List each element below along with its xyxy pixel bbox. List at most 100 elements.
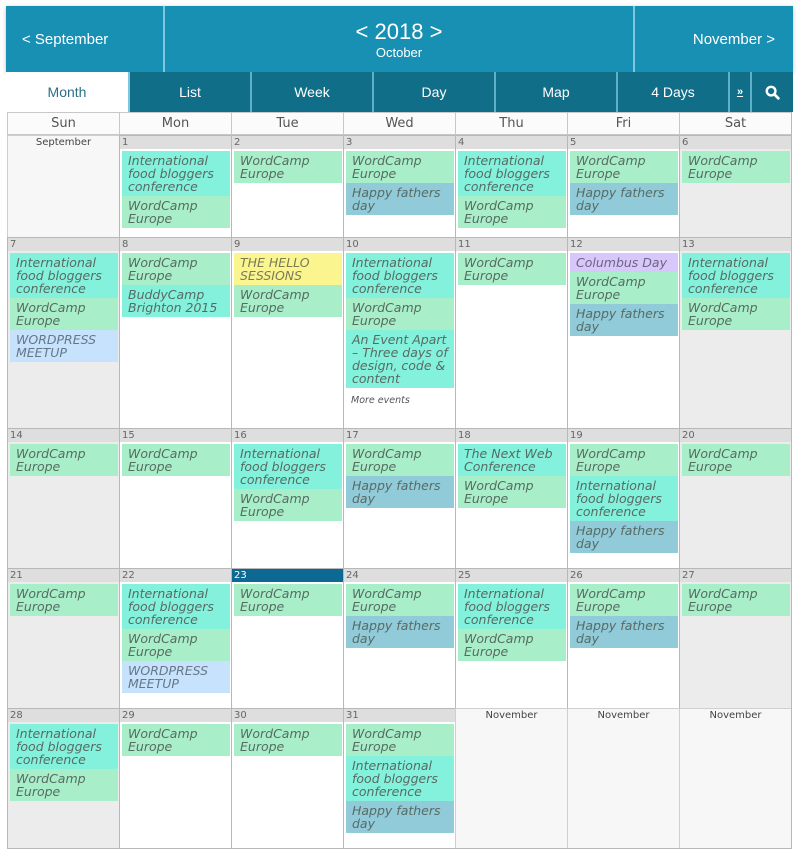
- day-cell[interactable]: 31 WordCamp Europe International food blog…: [343, 708, 455, 848]
- tab-day[interactable]: Day: [374, 72, 496, 112]
- day-cell[interactable]: 14 WordCamp Europe: [7, 428, 119, 568]
- event-food[interactable]: International food bloggers conference: [10, 724, 118, 769]
- event-fathers[interactable]: Happy fathers day: [570, 183, 678, 215]
- day-number[interactable]: 7: [8, 238, 119, 251]
- day-cell[interactable]: 27 WordCamp Europe: [679, 568, 791, 708]
- event-wordcamp[interactable]: WordCamp Europe: [122, 629, 230, 661]
- day-number[interactable]: 30: [232, 709, 343, 722]
- day-cell-today[interactable]: 23 WordCamp Europe: [231, 568, 343, 708]
- event-food[interactable]: International food bloggers conference: [10, 253, 118, 298]
- event-fathers[interactable]: Happy fathers day: [346, 183, 454, 215]
- event-wordcamp[interactable]: WordCamp Europe: [346, 444, 454, 476]
- day-number[interactable]: 24: [344, 569, 455, 582]
- event-wordcamp[interactable]: WordCamp Europe: [10, 584, 118, 616]
- day-number[interactable]: 15: [120, 429, 231, 442]
- day-number[interactable]: 29: [120, 709, 231, 722]
- tab-4-days[interactable]: 4 Days: [618, 72, 730, 112]
- day-cell[interactable]: 4 International food bloggers conference W…: [455, 135, 567, 237]
- day-cell[interactable]: 9 THE HELLO SESSIONS WordCamp Europe: [231, 237, 343, 428]
- event-wordcamp[interactable]: WordCamp Europe: [10, 298, 118, 330]
- day-cell[interactable]: 30 WordCamp Europe: [231, 708, 343, 848]
- day-cell[interactable]: 5 WordCamp Europe Happy fathers day: [567, 135, 679, 237]
- event-wordcamp[interactable]: WordCamp Europe: [682, 151, 790, 183]
- event-fathers[interactable]: Happy fathers day: [346, 801, 454, 833]
- day-cell[interactable]: 29 WordCamp Europe: [119, 708, 231, 848]
- event-wordcamp[interactable]: WordCamp Europe: [458, 196, 566, 228]
- event-wordcamp[interactable]: WordCamp Europe: [346, 584, 454, 616]
- day-cell[interactable]: 6 WordCamp Europe: [679, 135, 791, 237]
- tab-month[interactable]: Month: [6, 72, 130, 112]
- day-cell[interactable]: 22 International food bloggers conference…: [119, 568, 231, 708]
- event-food[interactable]: International food bloggers conference: [682, 253, 790, 298]
- event-wordcamp[interactable]: WordCamp Europe: [234, 724, 342, 756]
- day-cell[interactable]: November: [679, 708, 791, 848]
- tab-list[interactable]: List: [130, 72, 252, 112]
- event-wordcamp[interactable]: WordCamp Europe: [234, 489, 342, 521]
- day-cell[interactable]: 7 International food bloggers conference W…: [7, 237, 119, 428]
- prev-month-button[interactable]: < September: [6, 6, 163, 72]
- day-cell[interactable]: 25 International food bloggers conference…: [455, 568, 567, 708]
- event-hello[interactable]: THE HELLO SESSIONS: [234, 253, 342, 285]
- event-wordcamp[interactable]: WordCamp Europe: [570, 272, 678, 304]
- day-cell[interactable]: 17 WordCamp Europe Happy fathers day: [343, 428, 455, 568]
- more-views-button[interactable]: »: [730, 72, 752, 112]
- event-food[interactable]: International food bloggers conference: [346, 756, 454, 801]
- day-number[interactable]: 3: [344, 136, 455, 149]
- event-fathers[interactable]: Happy fathers day: [570, 521, 678, 553]
- day-cell[interactable]: 18 The Next Web Conference WordCamp Europe: [455, 428, 567, 568]
- event-fathers[interactable]: Happy fathers day: [346, 476, 454, 508]
- day-cell[interactable]: 20 WordCamp Europe: [679, 428, 791, 568]
- day-number[interactable]: 4: [456, 136, 567, 149]
- day-cell[interactable]: 13 International food bloggers conference…: [679, 237, 791, 428]
- day-number[interactable]: 26: [568, 569, 679, 582]
- event-nextweb[interactable]: The Next Web Conference: [458, 444, 566, 476]
- day-number[interactable]: 20: [680, 429, 791, 442]
- event-wordcamp[interactable]: WordCamp Europe: [346, 298, 454, 330]
- day-cell[interactable]: November: [455, 708, 567, 848]
- event-food[interactable]: International food bloggers conference: [234, 444, 342, 489]
- event-wordcamp[interactable]: WordCamp Europe: [458, 253, 566, 285]
- day-cell[interactable]: 28 International food bloggers conference…: [7, 708, 119, 848]
- day-number[interactable]: 8: [120, 238, 231, 251]
- event-wordcamp[interactable]: WordCamp Europe: [122, 253, 230, 285]
- event-food[interactable]: International food bloggers conference: [122, 151, 230, 196]
- day-number[interactable]: 17: [344, 429, 455, 442]
- day-cell[interactable]: 1 International food bloggers conference W…: [119, 135, 231, 237]
- event-food[interactable]: International food bloggers conference: [346, 253, 454, 298]
- more-events-link[interactable]: More events: [344, 388, 455, 406]
- day-number[interactable]: 14: [8, 429, 119, 442]
- event-wordcamp[interactable]: WordCamp Europe: [10, 444, 118, 476]
- event-wordcamp[interactable]: WordCamp Europe: [10, 769, 118, 801]
- event-wordcamp[interactable]: WordCamp Europe: [234, 584, 342, 616]
- day-cell[interactable]: 21 WordCamp Europe: [7, 568, 119, 708]
- day-number[interactable]: 19: [568, 429, 679, 442]
- tab-map[interactable]: Map: [496, 72, 618, 112]
- day-cell[interactable]: 12 Columbus Day WordCamp Europe Happy fathe…: [567, 237, 679, 428]
- day-cell[interactable]: 8 WordCamp Europe BuddyCamp Brighton 2015: [119, 237, 231, 428]
- event-food[interactable]: International food bloggers conference: [570, 476, 678, 521]
- day-number[interactable]: 6: [680, 136, 791, 149]
- event-wordcamp[interactable]: WordCamp Europe: [122, 444, 230, 476]
- day-cell[interactable]: 2 WordCamp Europe: [231, 135, 343, 237]
- day-cell[interactable]: 3 WordCamp Europe Happy fathers day: [343, 135, 455, 237]
- day-number[interactable]: 16: [232, 429, 343, 442]
- event-columbus[interactable]: Columbus Day: [570, 253, 678, 272]
- event-fathers[interactable]: Happy fathers day: [570, 616, 678, 648]
- day-number[interactable]: 11: [456, 238, 567, 251]
- day-number[interactable]: 10: [344, 238, 455, 251]
- tab-week[interactable]: Week: [252, 72, 374, 112]
- event-wordcamp[interactable]: WordCamp Europe: [122, 196, 230, 228]
- day-number[interactable]: 21: [8, 569, 119, 582]
- day-number[interactable]: 5: [568, 136, 679, 149]
- next-year-button[interactable]: >: [430, 19, 443, 44]
- event-wordcamp[interactable]: WordCamp Europe: [122, 724, 230, 756]
- prev-year-button[interactable]: <: [356, 19, 369, 44]
- day-cell[interactable]: 16 International food bloggers conference…: [231, 428, 343, 568]
- day-number[interactable]: 13: [680, 238, 791, 251]
- event-wordcamp[interactable]: WordCamp Europe: [234, 285, 342, 317]
- event-wordcamp[interactable]: WordCamp Europe: [682, 444, 790, 476]
- day-cell[interactable]: 24 WordCamp Europe Happy fathers day: [343, 568, 455, 708]
- event-wordcamp[interactable]: WordCamp Europe: [570, 151, 678, 183]
- day-cell[interactable]: November: [567, 708, 679, 848]
- event-fathers[interactable]: Happy fathers day: [346, 616, 454, 648]
